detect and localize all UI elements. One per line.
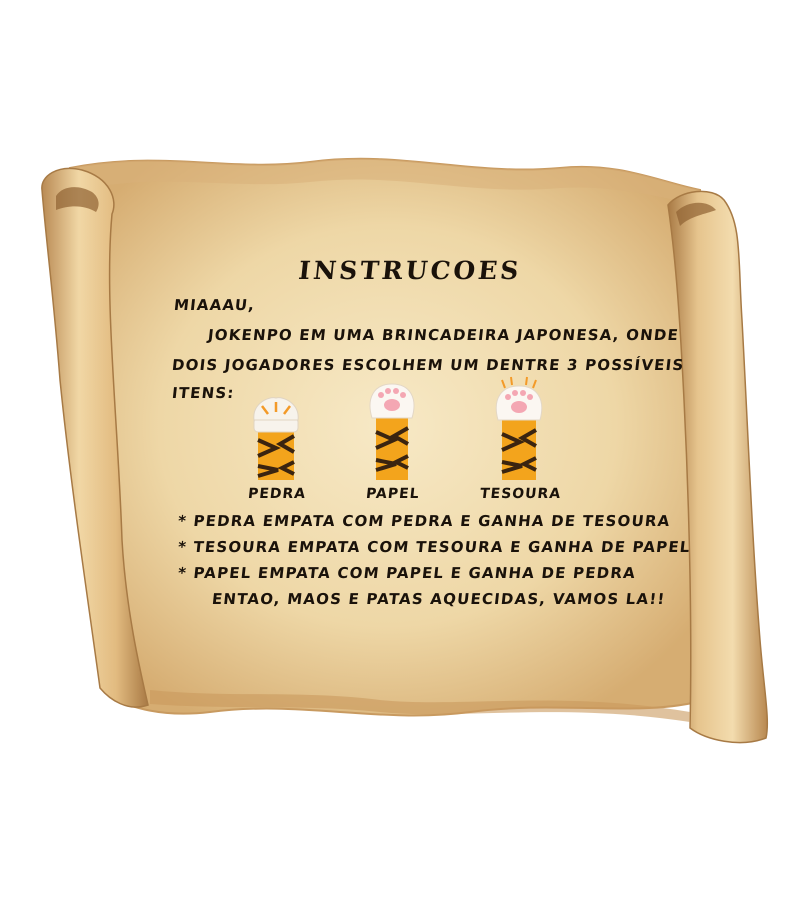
item-label-tesoura: TESOURA: [479, 486, 562, 502]
rule-line-1: * PEDRA EMPATA COM PEDRA E GANHA DE TESO…: [177, 512, 672, 530]
intro-line-3: ITENS:: [171, 384, 236, 402]
intro-line-1: JOKENPO EM UMA BRINCADEIRA JAPONESA, OND…: [207, 326, 680, 344]
greeting-text: MIAAAU,: [173, 296, 257, 314]
closing-text: ENTAO, MAOS E PATAS AQUECIDAS, VAMOS LA!…: [211, 590, 667, 608]
rule-line-2: * TESOURA EMPATA COM TESOURA E GANHA DE …: [177, 538, 692, 556]
instructions-panel: INSTRUCOES MIAAAU, JOKENPO EM UMA BRINCA…: [0, 0, 800, 900]
intro-line-2: DOIS JOGADORES ESCOLHEM UM DENTRE 3 POSS…: [171, 356, 686, 374]
page-title: INSTRUCOES: [297, 256, 523, 285]
rule-line-3: * PAPEL EMPATA COM PAPEL E GANHA DE PEDR…: [177, 564, 637, 582]
item-label-papel: PAPEL: [365, 486, 421, 502]
item-label-pedra: PEDRA: [247, 486, 307, 502]
